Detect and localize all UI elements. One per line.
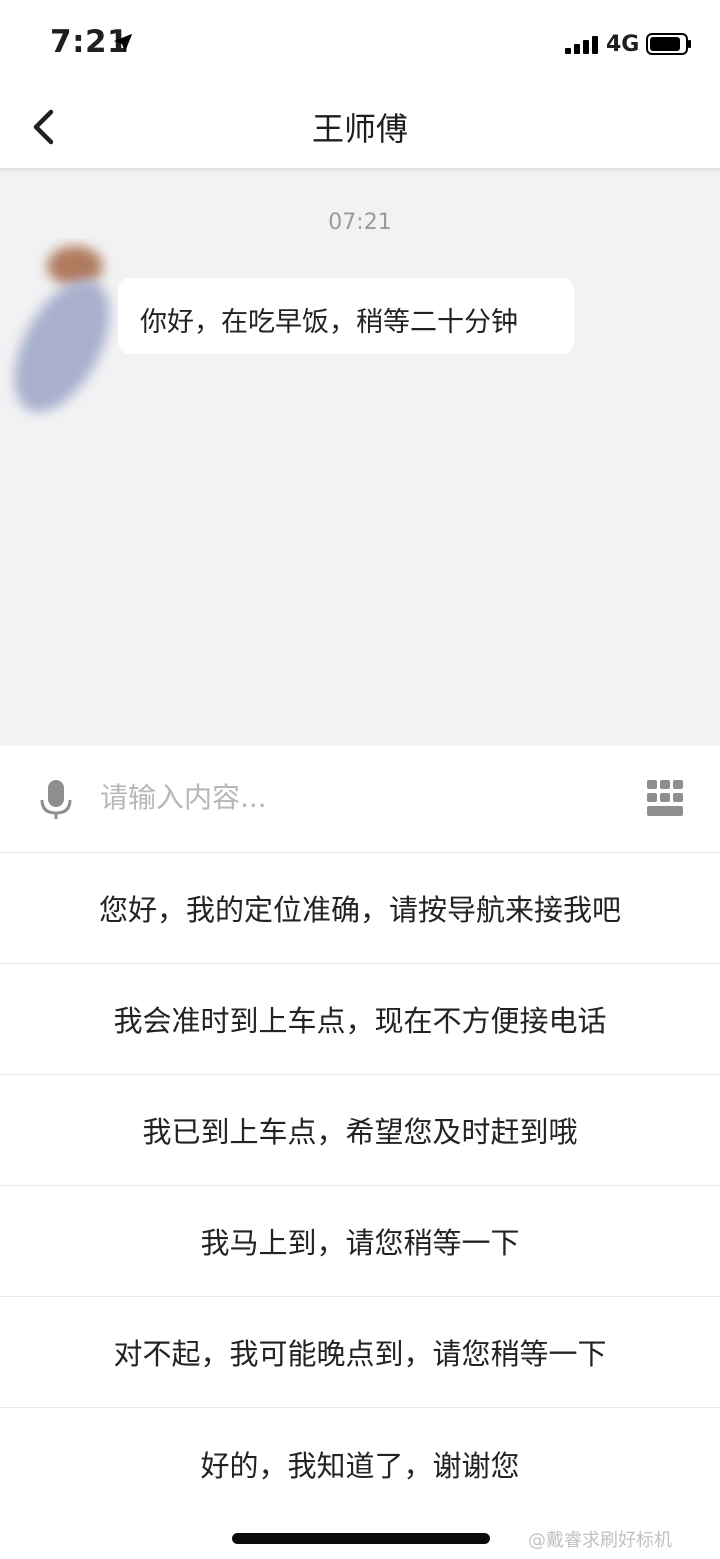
input-bar: 请输入内容... <box>0 746 720 853</box>
location-arrow-icon <box>113 33 133 53</box>
nav-bar: 王师傅 <box>0 88 720 168</box>
quick-reply-list: 您好，我的定位准确，请按导航来接我吧 我会准时到上车点，现在不方便接电话 我已到… <box>0 853 720 1519</box>
quick-reply-item[interactable]: 您好，我的定位准确，请按导航来接我吧 <box>0 853 720 964</box>
quick-reply-item[interactable]: 对不起，我可能晚点到，请您稍等一下 <box>0 1297 720 1408</box>
page-title: 王师傅 <box>311 110 408 148</box>
keyboard-icon[interactable] <box>646 779 684 817</box>
battery-icon <box>646 33 691 55</box>
quick-reply-item[interactable]: 好的，我知道了，谢谢您 <box>0 1408 720 1519</box>
message-timestamp: 07:21 <box>328 210 392 235</box>
chat-area[interactable]: 07:21 你好，在吃早饭，稍等二十分钟 <box>0 168 720 746</box>
quick-reply-item[interactable]: 我已到上车点，希望您及时赶到哦 <box>0 1075 720 1186</box>
home-indicator[interactable] <box>232 1533 490 1544</box>
message-bubble[interactable]: 你好，在吃早饭，稍等二十分钟 <box>118 278 574 354</box>
microphone-icon[interactable] <box>38 780 74 820</box>
signal-icon <box>565 36 598 54</box>
quick-reply-item[interactable]: 我会准时到上车点，现在不方便接电话 <box>0 964 720 1075</box>
watermark: @戴睿求刷好标机 <box>528 1530 672 1551</box>
network-type-label: 4G <box>606 32 640 57</box>
avatar[interactable] <box>0 238 120 438</box>
message-input[interactable]: 请输入内容... <box>100 776 600 822</box>
quick-reply-item[interactable]: 我马上到，请您稍等一下 <box>0 1186 720 1297</box>
message-text: 你好，在吃早饭，稍等二十分钟 <box>140 307 518 338</box>
status-bar: 7:21 4G <box>0 0 720 88</box>
